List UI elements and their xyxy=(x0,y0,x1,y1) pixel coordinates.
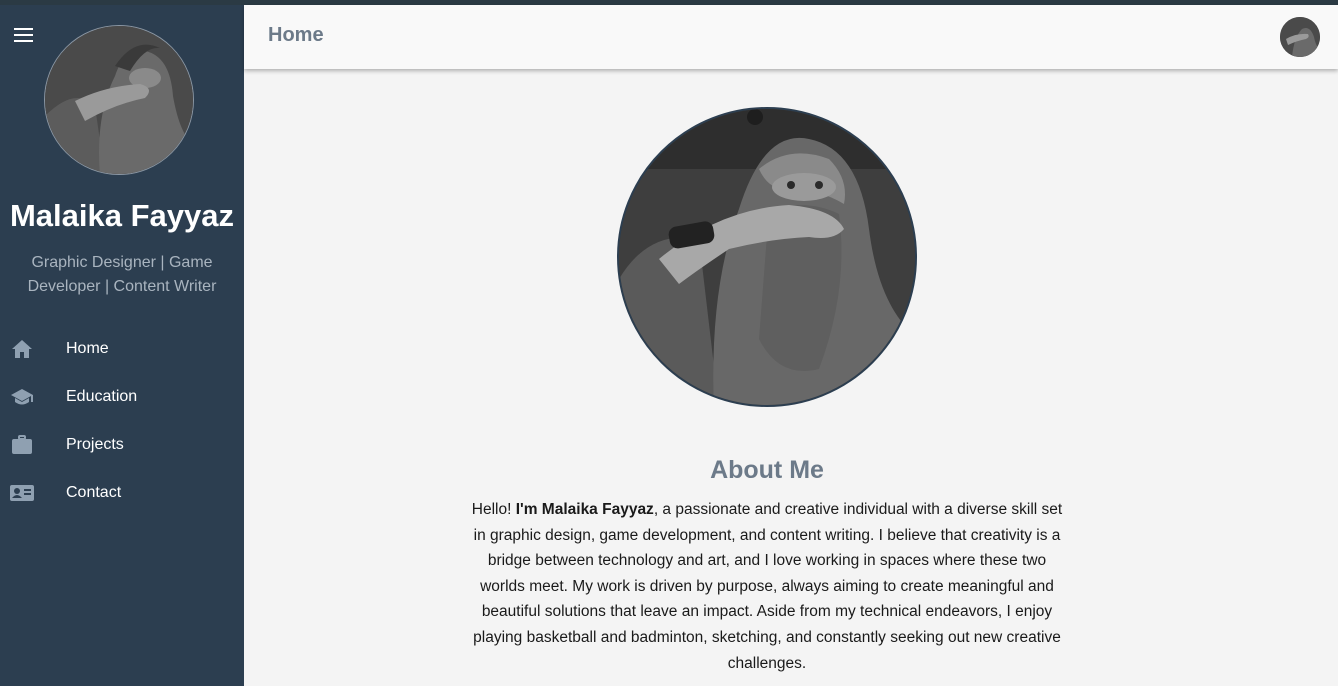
about-heading: About Me xyxy=(710,456,824,484)
top-app-bar: Home xyxy=(244,5,1338,69)
about-name-bold: I'm Malaika Fayyaz xyxy=(515,501,654,518)
contact-card-icon xyxy=(10,481,34,505)
about-intro: Hello! xyxy=(471,501,516,518)
sidebar-item-home[interactable]: Home xyxy=(0,325,244,373)
profile-name: Malaika Fayyaz xyxy=(9,198,235,233)
sidebar: Malaika Fayyaz Graphic Designer | Game D… xyxy=(0,5,244,686)
home-icon xyxy=(10,337,34,361)
about-body: , a passionate and creative individual w… xyxy=(473,501,1063,672)
sidebar-item-contact[interactable]: Contact xyxy=(0,469,244,517)
briefcase-icon xyxy=(10,433,34,457)
sidebar-item-label: Projects xyxy=(66,436,124,453)
user-avatar-button[interactable] xyxy=(1280,17,1320,57)
sidebar-item-label: Contact xyxy=(66,484,122,501)
hamburger-menu-icon[interactable] xyxy=(14,28,34,44)
about-paragraph: Hello! I'm Malaika Fayyaz, a passionate … xyxy=(470,497,1064,676)
sidebar-item-projects[interactable]: Projects xyxy=(0,421,244,469)
sidebar-item-label: Home xyxy=(66,340,109,357)
main-content: About Me Hello! I'm Malaika Fayyaz, a pa… xyxy=(244,69,1338,686)
sidebar-item-label: Education xyxy=(66,388,138,405)
sidebar-nav: Home Education Projects Contact xyxy=(0,325,244,517)
profile-avatar xyxy=(44,25,194,175)
page-title: Home xyxy=(268,24,324,46)
sidebar-item-education[interactable]: Education xyxy=(0,373,244,421)
about-portrait-image xyxy=(617,107,917,407)
profile-role: Graphic Designer | Game Developer | Cont… xyxy=(27,254,217,295)
graduation-cap-icon xyxy=(10,385,34,409)
